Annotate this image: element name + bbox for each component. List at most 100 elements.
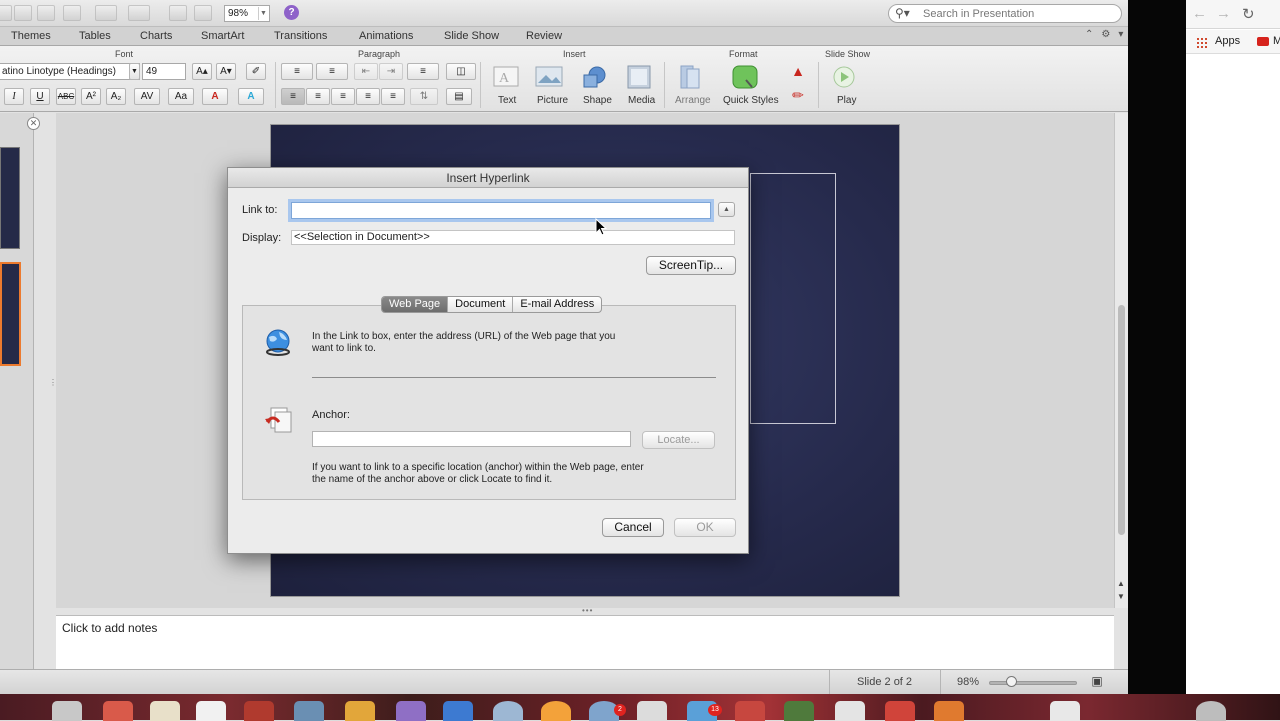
play-label[interactable]: Play <box>837 95 856 106</box>
tab-charts[interactable]: Charts <box>140 30 172 42</box>
align-center-button[interactable]: ≡ <box>306 88 330 105</box>
anchor-input[interactable] <box>312 431 631 447</box>
italic-button[interactable]: I <box>4 88 24 105</box>
vertical-scrollbar[interactable]: ▲ ▼ <box>1114 113 1128 608</box>
close-pane-icon[interactable]: ✕ <box>27 117 40 130</box>
zoom-slider[interactable] <box>989 681 1077 685</box>
text-box-icon[interactable]: A <box>491 63 523 91</box>
media-icon[interactable] <box>624 63 656 91</box>
tab-email-address[interactable]: E-mail Address <box>512 297 601 312</box>
decrease-indent-button[interactable]: ⇤ <box>354 63 378 80</box>
dock-app-icon[interactable] <box>784 701 814 721</box>
tab-smartart[interactable]: SmartArt <box>201 30 244 42</box>
undo-icon[interactable] <box>95 5 117 21</box>
notes-placeholder[interactable]: Click to add notes <box>62 621 157 635</box>
dock-trash-icon[interactable] <box>1196 701 1226 721</box>
dock-app-icon[interactable] <box>934 701 964 721</box>
subscript-button[interactable]: A₂ <box>106 88 126 105</box>
dock-app-icon[interactable] <box>345 701 375 721</box>
ribbon-options-icon[interactable]: ⌃⚙▾ <box>1085 29 1128 40</box>
text-direction-button[interactable]: ⇅ <box>410 88 438 105</box>
dock-app-icon[interactable] <box>541 701 571 721</box>
zoom-select[interactable]: 98% ▼ <box>224 5 270 22</box>
align-right-button[interactable]: ≡ <box>331 88 355 105</box>
tab-tables[interactable]: Tables <box>79 30 111 42</box>
font-name-select[interactable]: atino Linotype (Headings) <box>0 63 140 80</box>
tab-transitions[interactable]: Transitions <box>274 30 327 42</box>
dock-app-icon[interactable] <box>835 701 865 721</box>
fit-to-window-icon[interactable]: ▣ <box>1089 674 1105 689</box>
bookmark-apps[interactable]: Apps <box>1215 35 1240 47</box>
help-icon[interactable]: ? <box>284 5 299 20</box>
insert-media-label[interactable]: Media <box>628 95 655 106</box>
numbering-button[interactable]: ≡ <box>316 63 348 80</box>
shape-icon[interactable] <box>580 63 612 91</box>
link-to-input[interactable] <box>291 202 711 219</box>
font-color-button[interactable]: A <box>202 88 228 105</box>
slide-thumbnail[interactable] <box>0 147 20 249</box>
gallery-icon[interactable] <box>169 5 187 21</box>
dock-app-icon[interactable] <box>52 701 82 721</box>
justify-button[interactable]: ≡ <box>356 88 380 105</box>
ok-button[interactable]: OK <box>674 518 736 537</box>
chevron-down-icon[interactable]: ▼ <box>129 63 140 80</box>
search-field[interactable]: ⚲▾ Search in Presentation <box>888 4 1122 23</box>
grow-font-button[interactable]: A▴ <box>192 63 212 80</box>
open-icon[interactable] <box>14 5 32 21</box>
dock-app-icon[interactable] <box>443 701 473 721</box>
format-painter-icon[interactable] <box>63 5 81 21</box>
link-history-icon[interactable]: ▲ <box>718 202 735 217</box>
insert-shape-label[interactable]: Shape <box>583 95 612 106</box>
dock-app-icon[interactable] <box>1050 701 1080 721</box>
back-icon[interactable]: ← <box>1192 5 1207 22</box>
arrange-label[interactable]: Arrange <box>675 95 711 106</box>
align-left-button[interactable]: ≡ <box>281 88 305 105</box>
dock-app-icon[interactable] <box>735 701 765 721</box>
underline-button[interactable]: U <box>30 88 50 105</box>
dock-app-icon[interactable] <box>396 701 426 721</box>
locate-button[interactable]: Locate... <box>642 431 715 449</box>
tab-slide-show[interactable]: Slide Show <box>444 30 499 42</box>
paste-icon[interactable] <box>37 5 55 21</box>
notes-splitter[interactable]: ••• <box>582 606 593 615</box>
insert-picture-label[interactable]: Picture <box>537 95 568 106</box>
tab-animations[interactable]: Animations <box>359 30 413 42</box>
slide-thumbnail-selected[interactable] <box>0 262 21 366</box>
reload-icon[interactable]: ↻ <box>1242 5 1255 23</box>
tab-review[interactable]: Review <box>526 30 562 42</box>
tab-themes[interactable]: Themes <box>11 30 51 42</box>
screentip-button[interactable]: ScreenTip... <box>646 256 736 275</box>
change-case-button[interactable]: Aa <box>168 88 194 105</box>
align-text-button[interactable]: ▤ <box>446 88 472 105</box>
superscript-button[interactable]: A² <box>81 88 101 105</box>
next-slide-icon[interactable]: ▼ <box>1117 592 1125 601</box>
font-size-select[interactable]: 49 <box>142 63 186 80</box>
columns-button[interactable]: ◫ <box>446 63 476 80</box>
new-icon[interactable] <box>0 5 12 21</box>
forward-icon[interactable]: → <box>1216 5 1231 22</box>
youtube-icon[interactable] <box>1257 37 1269 46</box>
cancel-button[interactable]: Cancel <box>602 518 664 537</box>
line-color-icon[interactable]: ✏ <box>786 88 810 105</box>
dock-app-icon[interactable] <box>637 701 667 721</box>
dock-app-icon[interactable] <box>294 701 324 721</box>
redo-icon[interactable] <box>128 5 150 21</box>
character-spacing-button[interactable]: AV <box>134 88 160 105</box>
strikethrough-button[interactable]: ABC <box>56 88 76 105</box>
quick-styles-icon[interactable] <box>730 63 762 91</box>
dock-app-icon[interactable] <box>196 701 226 721</box>
notes-pane[interactable]: Click to add notes <box>56 615 1114 669</box>
picture-icon[interactable] <box>534 63 566 91</box>
scrollbar-thumb[interactable] <box>1118 305 1125 535</box>
previous-slide-icon[interactable]: ▲ <box>1117 579 1125 588</box>
apps-grid-icon[interactable] <box>1197 38 1207 48</box>
distribute-button[interactable]: ≡ <box>381 88 405 105</box>
clear-formatting-button[interactable]: ✐ <box>246 63 266 80</box>
bookmark-partial[interactable]: M <box>1273 35 1280 47</box>
dock-app-icon[interactable] <box>244 701 274 721</box>
slide-placeholder-box[interactable] <box>750 173 836 424</box>
fill-color-icon[interactable]: ▲ <box>786 64 810 81</box>
increase-indent-button[interactable]: ⇥ <box>379 63 403 80</box>
dock-app-icon[interactable] <box>493 701 523 721</box>
shrink-font-button[interactable]: A▾ <box>216 63 236 80</box>
